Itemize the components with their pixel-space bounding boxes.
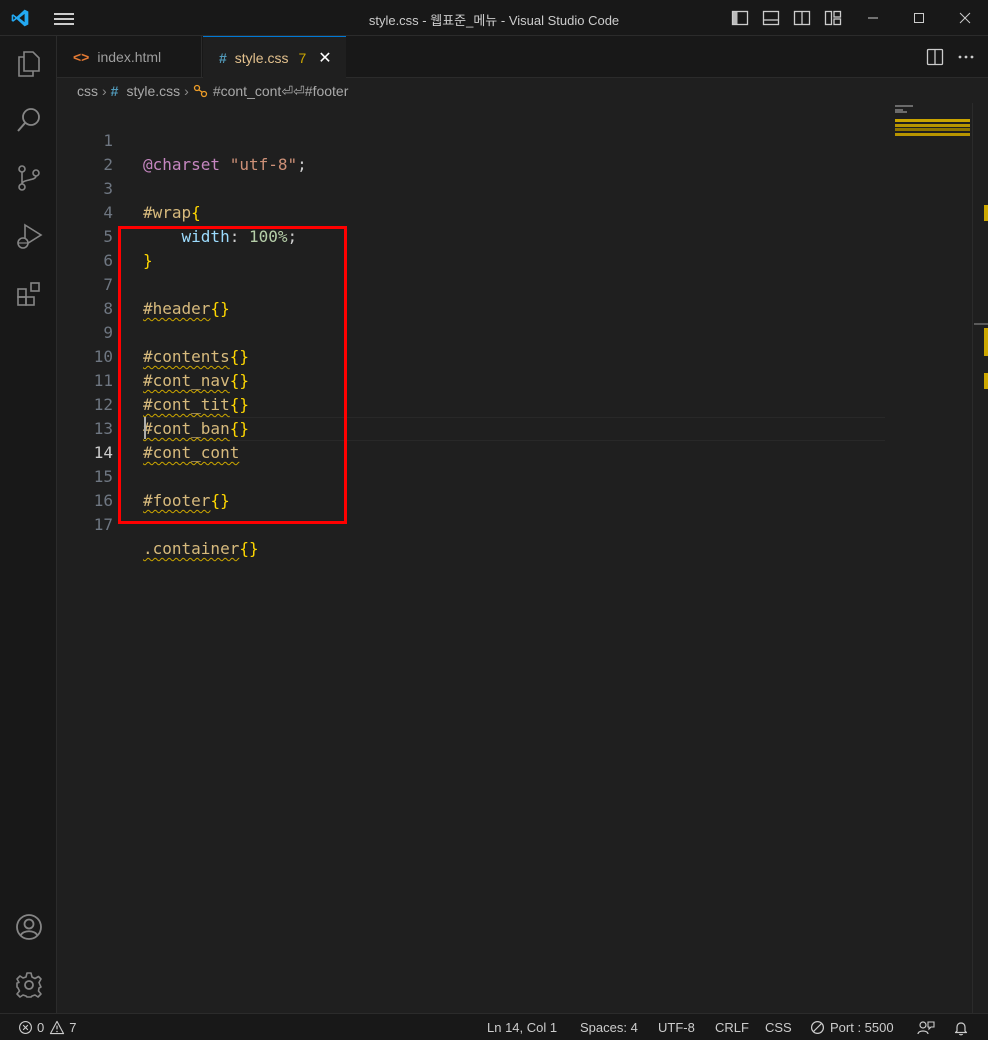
run-debug-icon <box>16 223 43 249</box>
error-icon <box>19 1021 32 1034</box>
breadcrumb: css › # style.css › #cont_cont⏎⏎#footer <box>57 79 988 103</box>
person-feedback-icon <box>917 1020 935 1034</box>
minimap-line <box>895 119 970 122</box>
toggle-panel-icon[interactable] <box>761 8 781 28</box>
explorer-button[interactable] <box>0 38 57 88</box>
chevron-right-icon: › <box>102 83 107 99</box>
code-line: 3 #wrap{ <box>57 153 887 222</box>
run-and-debug-button[interactable] <box>0 211 57 261</box>
tab-label: style.css <box>234 50 289 66</box>
split-editor-icon[interactable] <box>925 47 945 67</box>
accounts-button[interactable] <box>0 902 57 952</box>
editor-actions <box>918 36 988 78</box>
css-file-icon: # <box>110 83 119 99</box>
cursor-position-marker <box>974 323 988 325</box>
breadcrumb-file[interactable]: style.css <box>126 83 180 99</box>
indentation-status[interactable]: Spaces: 4 <box>580 1014 638 1040</box>
annotation-highlight-box <box>118 226 347 524</box>
extensions-button[interactable] <box>0 269 57 319</box>
minimize-icon <box>868 17 878 19</box>
code-line: 5 } <box>57 201 887 270</box>
gear-icon <box>15 972 42 998</box>
account-icon <box>15 914 42 940</box>
css-file-icon: # <box>219 50 227 66</box>
tab-index-html[interactable]: <> index.html <box>57 36 202 78</box>
code-token: {} <box>239 539 259 558</box>
port-label: Port : 5500 <box>830 1020 894 1035</box>
css-selector-symbol-icon <box>193 84 207 98</box>
minimize-button[interactable] <box>850 0 896 36</box>
source-control-button[interactable] <box>0 153 57 203</box>
search-button[interactable] <box>0 95 57 145</box>
minimap-line <box>895 105 913 107</box>
vertical-scrollbar[interactable] <box>972 103 988 1013</box>
code-token: .container <box>143 539 240 558</box>
more-actions-icon[interactable] <box>956 47 976 67</box>
toggle-secondary-sidebar-icon[interactable] <box>792 8 812 28</box>
line-number: 17 <box>93 515 113 534</box>
live-server-status[interactable]: Port : 5500 <box>810 1014 894 1040</box>
encoding-status[interactable]: UTF-8 <box>658 1014 695 1040</box>
minimap-line <box>895 111 907 113</box>
problems-status[interactable]: 0 7 <box>18 1014 76 1040</box>
feedback-button[interactable] <box>917 1014 935 1040</box>
problems-count-badge: 7 <box>298 50 307 66</box>
cursor-position-status[interactable]: Ln 14, Col 1 <box>487 1014 557 1040</box>
warning-icon <box>50 1020 65 1035</box>
maximize-button[interactable] <box>896 0 942 36</box>
code-line: 1 @charset "utf-8"; <box>57 105 887 174</box>
warning-marker <box>984 373 988 389</box>
language-mode-status[interactable]: CSS <box>765 1014 792 1040</box>
tab-style-css[interactable]: # style.css 7 ✕ <box>203 36 346 79</box>
warning-marker <box>984 328 988 356</box>
line-ending-status[interactable]: CRLF <box>715 1014 749 1040</box>
customize-layout-icon[interactable] <box>823 8 843 28</box>
breadcrumb-folder[interactable]: css <box>77 83 98 99</box>
files-icon <box>17 51 40 77</box>
vscode-logo-icon <box>11 9 29 27</box>
no-entry-icon <box>810 1020 825 1035</box>
html-file-icon: <> <box>73 49 90 65</box>
minimap-line <box>895 124 970 127</box>
warning-marker <box>984 205 988 221</box>
chevron-right-icon: › <box>184 83 189 99</box>
search-icon <box>16 108 40 132</box>
minimap[interactable] <box>893 103 971 1013</box>
manage-button[interactable] <box>0 960 57 1010</box>
close-window-button[interactable] <box>942 0 988 36</box>
notifications-button[interactable] <box>953 1014 969 1040</box>
status-bar: 0 7 Ln 14, Col 1 Spaces: 4 UTF-8 CRLF CS… <box>0 1013 988 1040</box>
breadcrumb-symbol[interactable]: #cont_cont⏎⏎#footer <box>213 83 349 100</box>
extensions-icon <box>16 282 40 306</box>
code-line: 4 width: 100%; <box>57 177 887 246</box>
editor-tabs: <> index.html # style.css 7 ✕ <box>57 36 988 79</box>
source-control-icon <box>17 165 40 191</box>
bell-icon <box>954 1021 968 1035</box>
toggle-primary-sidebar-icon[interactable] <box>730 8 750 28</box>
minimap-line <box>895 128 970 131</box>
maximize-icon <box>914 13 924 23</box>
warning-count: 7 <box>69 1020 77 1035</box>
code-line: 2 <box>57 129 887 174</box>
activity-bar <box>0 36 57 1013</box>
close-icon <box>959 12 971 24</box>
code-editor[interactable]: 1 @charset "utf-8"; 2 3 #wrap{ 4 width: … <box>57 103 972 1013</box>
minimap-line <box>895 133 970 136</box>
menu-icon[interactable] <box>54 10 76 26</box>
tab-label: index.html <box>97 49 162 65</box>
error-count: 0 <box>37 1020 45 1035</box>
close-tab-icon[interactable]: ✕ <box>318 48 331 68</box>
title-bar: style.css - 웹표준_메뉴 - Visual Studio Code <box>0 0 988 36</box>
